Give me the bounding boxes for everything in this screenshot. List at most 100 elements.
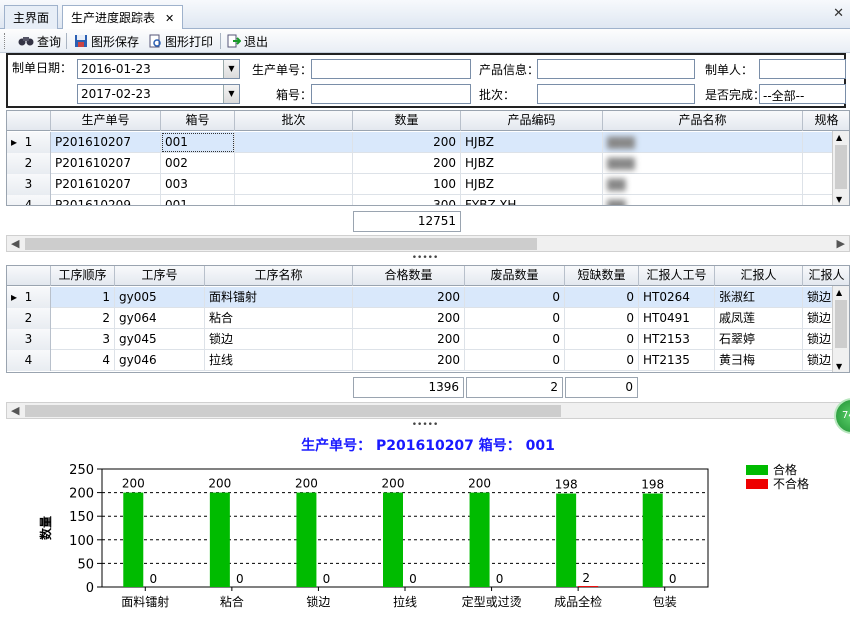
order-no-cell[interactable]: P201610207 xyxy=(51,153,161,174)
table-row[interactable]: 3 3 gy045 锁边 200 0 0 HT2153 石翠婷 锁边 xyxy=(7,329,849,350)
scroll-right-icon[interactable]: ▶ xyxy=(837,237,845,250)
product-name-cell[interactable]: ▇▇ xyxy=(603,174,803,195)
scroll-down-icon[interactable]: ▼ xyxy=(836,362,842,371)
exit-button[interactable]: 退出 xyxy=(227,32,268,50)
column-header[interactable]: 短缺数量 xyxy=(565,266,639,286)
batch-cell[interactable] xyxy=(235,132,353,153)
scroll-thumb[interactable] xyxy=(835,300,847,348)
short-qty-cell[interactable]: 0 xyxy=(565,287,639,308)
horizontal-scrollbar[interactable]: ◀ ▶ xyxy=(6,235,850,252)
tab-production-tracking[interactable]: 生产进度跟踪表 ✕ xyxy=(62,5,184,30)
short-qty-cell[interactable]: 0 xyxy=(565,329,639,350)
creator-input[interactable] xyxy=(759,59,846,79)
short-qty-cell[interactable]: 0 xyxy=(565,350,639,371)
column-header[interactable]: 箱号 xyxy=(161,111,235,131)
scroll-left-icon[interactable]: ◀ xyxy=(11,237,19,250)
product-code-cell[interactable]: HJBZ xyxy=(461,153,603,174)
seq-cell[interactable]: 3 xyxy=(51,329,115,350)
process-no-cell[interactable]: gy046 xyxy=(115,350,205,371)
scroll-left-icon[interactable]: ◀ xyxy=(11,404,19,417)
close-window-icon[interactable]: ✕ xyxy=(833,6,844,21)
table-row[interactable]: ▸ 1 P201610207 001 200 HJBZ ▇▇▇ xyxy=(7,132,849,153)
product-name-cell[interactable]: ▇▇▇ xyxy=(603,132,803,153)
scroll-up-icon[interactable]: ▲ xyxy=(836,288,842,297)
product-name-cell[interactable]: ▇▇ xyxy=(603,195,803,205)
ok-qty-cell[interactable]: 200 xyxy=(353,350,465,371)
process-no-cell[interactable]: gy005 xyxy=(115,287,205,308)
vertical-scrollbar[interactable]: ▲ ▼ xyxy=(832,131,849,205)
process-no-cell[interactable]: gy064 xyxy=(115,308,205,329)
column-header[interactable]: 工序号 xyxy=(115,266,205,286)
reporter-id-cell[interactable]: HT2153 xyxy=(639,329,715,350)
box-no-cell[interactable]: 003 xyxy=(161,174,235,195)
column-header[interactable]: 工序顺序 xyxy=(51,266,115,286)
toolbar-grip[interactable] xyxy=(4,33,7,49)
product-code-cell[interactable]: FYBZ-XH xyxy=(461,195,603,205)
box-no-cell[interactable]: 002 xyxy=(161,153,235,174)
close-tab-icon[interactable]: ✕ xyxy=(165,12,174,25)
product-code-cell[interactable]: HJBZ xyxy=(461,132,603,153)
reporter-cell[interactable]: 戚凤莲 xyxy=(715,308,803,329)
splitter-handle[interactable]: ••••• xyxy=(0,254,850,263)
process-name-cell[interactable]: 面料镭射 xyxy=(205,287,353,308)
table-row[interactable]: 4 4 gy046 拉线 200 0 0 HT2135 黄彐梅 锁边 xyxy=(7,350,849,371)
dropdown-arrow-icon[interactable]: ▼ xyxy=(223,60,239,78)
table-row[interactable]: 2 P201610207 002 200 HJBZ ▇▇▇ xyxy=(7,153,849,174)
column-header[interactable]: 合格数量 xyxy=(353,266,465,286)
reporter-id-cell[interactable]: HT0264 xyxy=(639,287,715,308)
horizontal-scrollbar[interactable]: ◀ ▶ xyxy=(6,402,850,419)
splitter-handle[interactable]: ••••• xyxy=(0,421,850,430)
column-header[interactable]: 批次 xyxy=(235,111,353,131)
reporter-cell[interactable]: 石翠婷 xyxy=(715,329,803,350)
seq-cell[interactable]: 2 xyxy=(51,308,115,329)
seq-cell[interactable]: 4 xyxy=(51,350,115,371)
box-no-cell[interactable]: 001 xyxy=(161,132,235,153)
product-code-cell[interactable]: HJBZ xyxy=(461,174,603,195)
column-header[interactable]: 汇报人工号 xyxy=(639,266,715,286)
order-no-cell[interactable]: P201610209 xyxy=(51,195,161,205)
table-row[interactable]: 3 P201610207 003 100 HJBZ ▇▇ xyxy=(7,174,849,195)
column-header[interactable]: 汇报人 xyxy=(715,266,803,286)
reporter-id-cell[interactable]: HT0491 xyxy=(639,308,715,329)
scroll-thumb[interactable] xyxy=(835,145,847,189)
batch-cell[interactable] xyxy=(235,195,353,205)
batch-cell[interactable] xyxy=(235,174,353,195)
column-header[interactable]: 规格 xyxy=(803,111,849,131)
table-row[interactable]: 2 2 gy064 粘合 200 0 0 HT0491 戚凤莲 锁边 xyxy=(7,308,849,329)
seq-cell[interactable]: 1 xyxy=(51,287,115,308)
order-no-input[interactable] xyxy=(311,59,471,79)
process-name-cell[interactable]: 锁边 xyxy=(205,329,353,350)
scrap-qty-cell[interactable]: 0 xyxy=(465,329,565,350)
reporter-id-cell[interactable]: HT2135 xyxy=(639,350,715,371)
date-from-picker[interactable]: 2016-01-23 ▼ xyxy=(77,59,240,79)
dropdown-arrow-icon[interactable]: ▼ xyxy=(223,85,239,103)
batch-input[interactable] xyxy=(537,84,695,104)
column-header[interactable]: 产品名称 xyxy=(603,111,803,131)
reporter-cell[interactable]: 张淑红 xyxy=(715,287,803,308)
ok-qty-cell[interactable]: 200 xyxy=(353,308,465,329)
box-no-cell[interactable]: 001 xyxy=(161,195,235,205)
table-row[interactable]: 4 P201610209 001 300 FYBZ-XH ▇▇ xyxy=(7,195,849,205)
completed-select[interactable]: --全部-- xyxy=(759,84,846,104)
qty-cell[interactable]: 200 xyxy=(353,132,461,153)
short-qty-cell[interactable]: 0 xyxy=(565,308,639,329)
date-to-picker[interactable]: 2017-02-23 ▼ xyxy=(77,84,240,104)
scroll-thumb[interactable] xyxy=(25,405,561,417)
print-chart-button[interactable]: 图形打印 xyxy=(148,32,213,50)
reporter-cell[interactable]: 黄彐梅 xyxy=(715,350,803,371)
qty-cell[interactable]: 100 xyxy=(353,174,461,195)
batch-cell[interactable] xyxy=(235,153,353,174)
process-no-cell[interactable]: gy045 xyxy=(115,329,205,350)
box-no-input[interactable] xyxy=(311,84,471,104)
column-header[interactable]: 产品编码 xyxy=(461,111,603,131)
save-chart-button[interactable]: 图形保存 xyxy=(74,32,139,50)
ok-qty-cell[interactable]: 200 xyxy=(353,329,465,350)
process-name-cell[interactable]: 粘合 xyxy=(205,308,353,329)
qty-cell[interactable]: 200 xyxy=(353,153,461,174)
order-no-cell[interactable]: P201610207 xyxy=(51,174,161,195)
tab-main[interactable]: 主界面 xyxy=(4,5,59,29)
order-no-cell[interactable]: P201610207 xyxy=(51,132,161,153)
scrap-qty-cell[interactable]: 0 xyxy=(465,308,565,329)
column-header[interactable]: 数量 xyxy=(353,111,461,131)
column-header[interactable]: 生产单号 xyxy=(51,111,161,131)
